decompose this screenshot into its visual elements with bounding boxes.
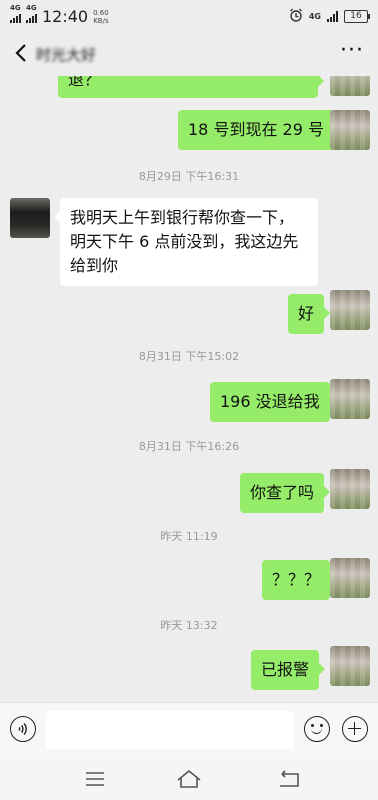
home-icon[interactable] [175, 768, 203, 790]
network-type-2: 4G [26, 3, 37, 12]
clock: 12:40 [42, 7, 89, 26]
avatar[interactable] [330, 646, 370, 686]
avatar[interactable] [330, 379, 370, 419]
message-bubble[interactable]: 你查了吗 [240, 473, 331, 513]
message-bubble[interactable]: 已报警 [251, 650, 326, 690]
emoji-icon[interactable] [304, 716, 330, 742]
back-icon[interactable] [275, 768, 303, 790]
message-bubble[interactable]: 好 [288, 294, 331, 334]
timestamp: 昨天 13:32 [160, 619, 218, 632]
alarm-icon [289, 8, 303, 25]
message-input[interactable] [46, 711, 294, 749]
avatar[interactable] [330, 469, 370, 509]
message-list[interactable]: 退？ 18 号到现在 29 号 8月29日 下午16:31 我明天上午到银行帮你… [0, 76, 378, 702]
system-nav-bar [0, 758, 378, 800]
message-text: 退？ [68, 76, 101, 89]
avatar[interactable] [330, 110, 370, 150]
message-text: 你查了吗 [250, 483, 315, 502]
timestamp: 8月31日 下午15:02 [138, 350, 240, 363]
message-bubble[interactable]: 我明天上午到银行帮你查一下，明天下午 6 点前没到，我这边先给到你 [54, 198, 318, 286]
timestamp: 昨天 11:19 [160, 530, 218, 543]
avatar[interactable] [330, 290, 370, 330]
avatar[interactable] [10, 198, 50, 238]
signal-icon-2: 4G [26, 4, 37, 23]
message-text: 已报警 [261, 660, 310, 679]
more-dots-icon[interactable]: ··· [340, 38, 364, 63]
avatar[interactable] [330, 76, 370, 96]
speed-value: 0.60 [93, 8, 109, 17]
avatar[interactable] [330, 558, 370, 598]
status-bar: 4G 4G 12:40 0.60 KB/s 4G 16 [0, 0, 378, 30]
message-text: 好 [298, 304, 315, 323]
chevron-left-icon[interactable] [10, 40, 32, 66]
network-type-3: 4G [308, 12, 321, 21]
voice-icon[interactable] [10, 716, 36, 742]
message-text: 我明天上午到银行帮你查一下，明天下午 6 点前没到，我这边先给到你 [70, 208, 299, 275]
message-bubble[interactable]: ？？？ [262, 560, 337, 600]
message-bubble[interactable]: 18 号到现在 29 号 [178, 110, 340, 150]
message-text: ？？？ [272, 570, 321, 589]
message-text: 196 没退给我 [220, 392, 320, 411]
network-type-1: 4G [10, 3, 21, 12]
menu-icon[interactable] [81, 768, 109, 790]
contact-name: 时光大好 [36, 46, 97, 64]
signal-bars-icon [327, 11, 338, 22]
chat-header: 时光大好 ··· [0, 30, 378, 76]
message-text: 18 号到现在 29 号 [188, 120, 324, 139]
speed-unit: KB/s [93, 16, 109, 25]
timestamp: 8月31日 下午16:26 [138, 440, 240, 453]
input-bar [0, 702, 378, 759]
timestamp: 8月29日 下午16:31 [138, 170, 240, 183]
signal-icon: 4G [10, 4, 21, 23]
plus-icon[interactable] [342, 716, 368, 742]
battery-icon: 16 [344, 10, 370, 23]
network-speed: 0.60 KB/s [93, 9, 109, 25]
message-bubble[interactable]: 196 没退给我 [210, 382, 336, 422]
message-bubble[interactable]: 退？ [58, 76, 324, 98]
